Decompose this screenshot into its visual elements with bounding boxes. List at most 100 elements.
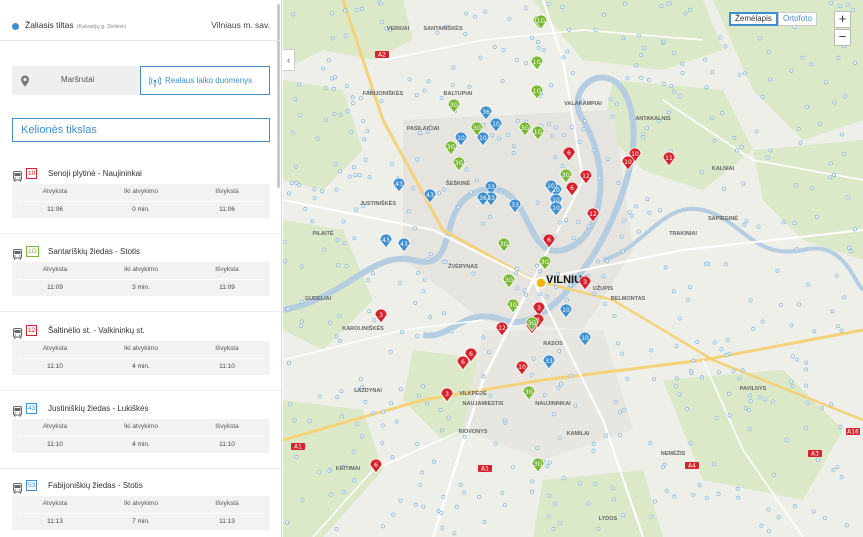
stop-dot xyxy=(551,526,556,531)
stop-dot xyxy=(523,61,528,66)
destination-input[interactable] xyxy=(12,118,270,142)
map-type-map-button[interactable]: Žemėlapis xyxy=(729,12,778,26)
tab-realtime[interactable]: Realaus laiko duomenys xyxy=(140,66,270,95)
stop-dot xyxy=(321,66,326,71)
zoom-in-button[interactable]: + xyxy=(834,11,851,28)
stop-dot xyxy=(697,483,702,488)
stop-dot xyxy=(747,426,752,431)
departure-item[interactable]: 1G Santariškių žiedas - Stotis Atvyksta Iki… xyxy=(0,246,281,312)
stop-dot xyxy=(621,513,626,518)
stop-dot xyxy=(665,1,670,6)
stop-dot xyxy=(359,6,364,11)
departure-destination: Fabijoniškių žiedas - Stotis xyxy=(48,481,143,490)
stop-dot xyxy=(283,239,287,244)
departure-item[interactable]: 43 Justiniškių žiedas - Lukiškės Atvyksta I… xyxy=(0,403,281,469)
map-view[interactable]: VERKIAI VALAKAMPIAI BALTUPIAI ANTAKALNIS ŠEŠ… xyxy=(283,0,863,537)
stop-dot xyxy=(836,324,841,329)
stop-dot xyxy=(712,138,717,143)
stop-dot xyxy=(809,62,814,67)
vehicle-marker-label: 10 xyxy=(631,151,639,158)
stop-dot xyxy=(621,36,626,41)
stop-name: Žaliasis tiltas (Kalvarijų g. Dešinė) xyxy=(25,20,126,30)
stop-dot xyxy=(352,236,357,241)
stop-dot xyxy=(602,301,607,306)
stop-dot xyxy=(341,219,346,224)
vehicle-marker-label: 36 xyxy=(482,109,490,116)
map-canvas[interactable]: VERKIAI VALAKAMPIAI BALTUPIAI ANTAKALNIS ŠEŠ… xyxy=(283,0,863,537)
stop-dot xyxy=(775,268,780,273)
col-until: Iki atvykimo xyxy=(124,345,158,352)
stop-dot xyxy=(839,328,844,333)
app-root: Žaliasis tiltas (Kalvarijų g. Dešinė) Vil… xyxy=(0,0,863,537)
stop-dot xyxy=(413,502,418,507)
stop-dot xyxy=(714,416,719,421)
stop-dot xyxy=(757,36,762,41)
stop-dot xyxy=(838,424,843,429)
stop-dot xyxy=(557,220,562,225)
stop-dot xyxy=(340,414,345,419)
stop-dot xyxy=(336,263,341,268)
broadcast-icon xyxy=(148,76,162,90)
stop-dot xyxy=(621,407,626,412)
stop-dot xyxy=(300,498,305,503)
stop-dot xyxy=(326,58,331,63)
departure-item[interactable]: 10 Senoji plytinė - Naujininkai Atvyksta Ik… xyxy=(0,168,281,234)
stop-dot xyxy=(778,302,783,307)
stop-dot xyxy=(724,352,729,357)
col-until: Iki atvykimo xyxy=(124,500,158,507)
stop-dot xyxy=(586,224,591,229)
route-badge: 12 xyxy=(26,325,38,336)
table-divider xyxy=(18,513,264,514)
stop-dot xyxy=(328,492,333,497)
stop-dot xyxy=(390,455,395,460)
stop-dot xyxy=(454,504,459,509)
stop-dot xyxy=(806,282,811,287)
stop-dot xyxy=(542,393,547,398)
departure-item[interactable]: 53 Fabijoniškių žiedas - Stotis Atvyksta Ik… xyxy=(12,480,270,537)
stop-dot xyxy=(839,132,844,137)
stop-dot xyxy=(756,224,761,229)
stop-dot xyxy=(537,292,542,297)
map-type-ortho-button[interactable]: Ortofoto xyxy=(778,12,817,26)
vehicle-marker-label: 3G xyxy=(528,320,537,327)
panel-scrollbar[interactable] xyxy=(277,4,280,188)
stop-dot xyxy=(341,490,346,495)
vehicle-marker-label: 33 xyxy=(487,184,495,191)
stop-dot xyxy=(790,354,795,359)
stop-dot xyxy=(636,229,641,234)
road-shield-label: A3 xyxy=(811,451,819,458)
stop-dot xyxy=(546,514,551,519)
district-label: VILKPĖDĖ xyxy=(459,390,487,397)
district-label: VERKIAI xyxy=(387,26,410,32)
stop-dot xyxy=(510,465,515,470)
stop-dot xyxy=(330,36,335,41)
vehicle-marker-label: 43 xyxy=(395,181,403,188)
district-label: KALNIAI xyxy=(712,166,735,172)
stop-dot xyxy=(664,488,669,493)
stop-dot xyxy=(732,135,737,140)
stop-dot xyxy=(843,94,848,99)
stop-dot xyxy=(757,395,762,400)
stop-dot xyxy=(529,372,534,377)
district-label: ŽVĖRYNAS xyxy=(448,262,478,270)
collapse-panel-button[interactable]: ‹ xyxy=(283,49,295,71)
stop-dot xyxy=(641,45,646,50)
departure-item[interactable]: 12 Šaltinėlio st. - Valkininkų st. Atvykst… xyxy=(0,325,281,391)
stop-dot xyxy=(661,39,666,44)
stop-dot xyxy=(617,433,622,438)
stop-dot xyxy=(391,512,396,517)
stop-dot xyxy=(467,84,472,89)
zoom-out-button[interactable]: − xyxy=(834,29,851,46)
departure-times: Atvyksta Iki atvykimo Išvyksta 11:06 0 min. 1… xyxy=(12,184,270,218)
stop-dot xyxy=(294,164,299,169)
minutes-until: 0 min. xyxy=(132,206,150,213)
tab-routes[interactable]: Maršrutai xyxy=(12,66,140,95)
stop-dot xyxy=(706,261,711,266)
stop-dot xyxy=(766,50,771,55)
stop-dot xyxy=(299,319,304,324)
vehicle-marker-label: 12 xyxy=(582,173,590,180)
stop-dot xyxy=(569,125,574,130)
stop-dot xyxy=(804,425,809,430)
arrive-time: 11:10 xyxy=(47,441,63,448)
stop-dot xyxy=(546,122,551,127)
